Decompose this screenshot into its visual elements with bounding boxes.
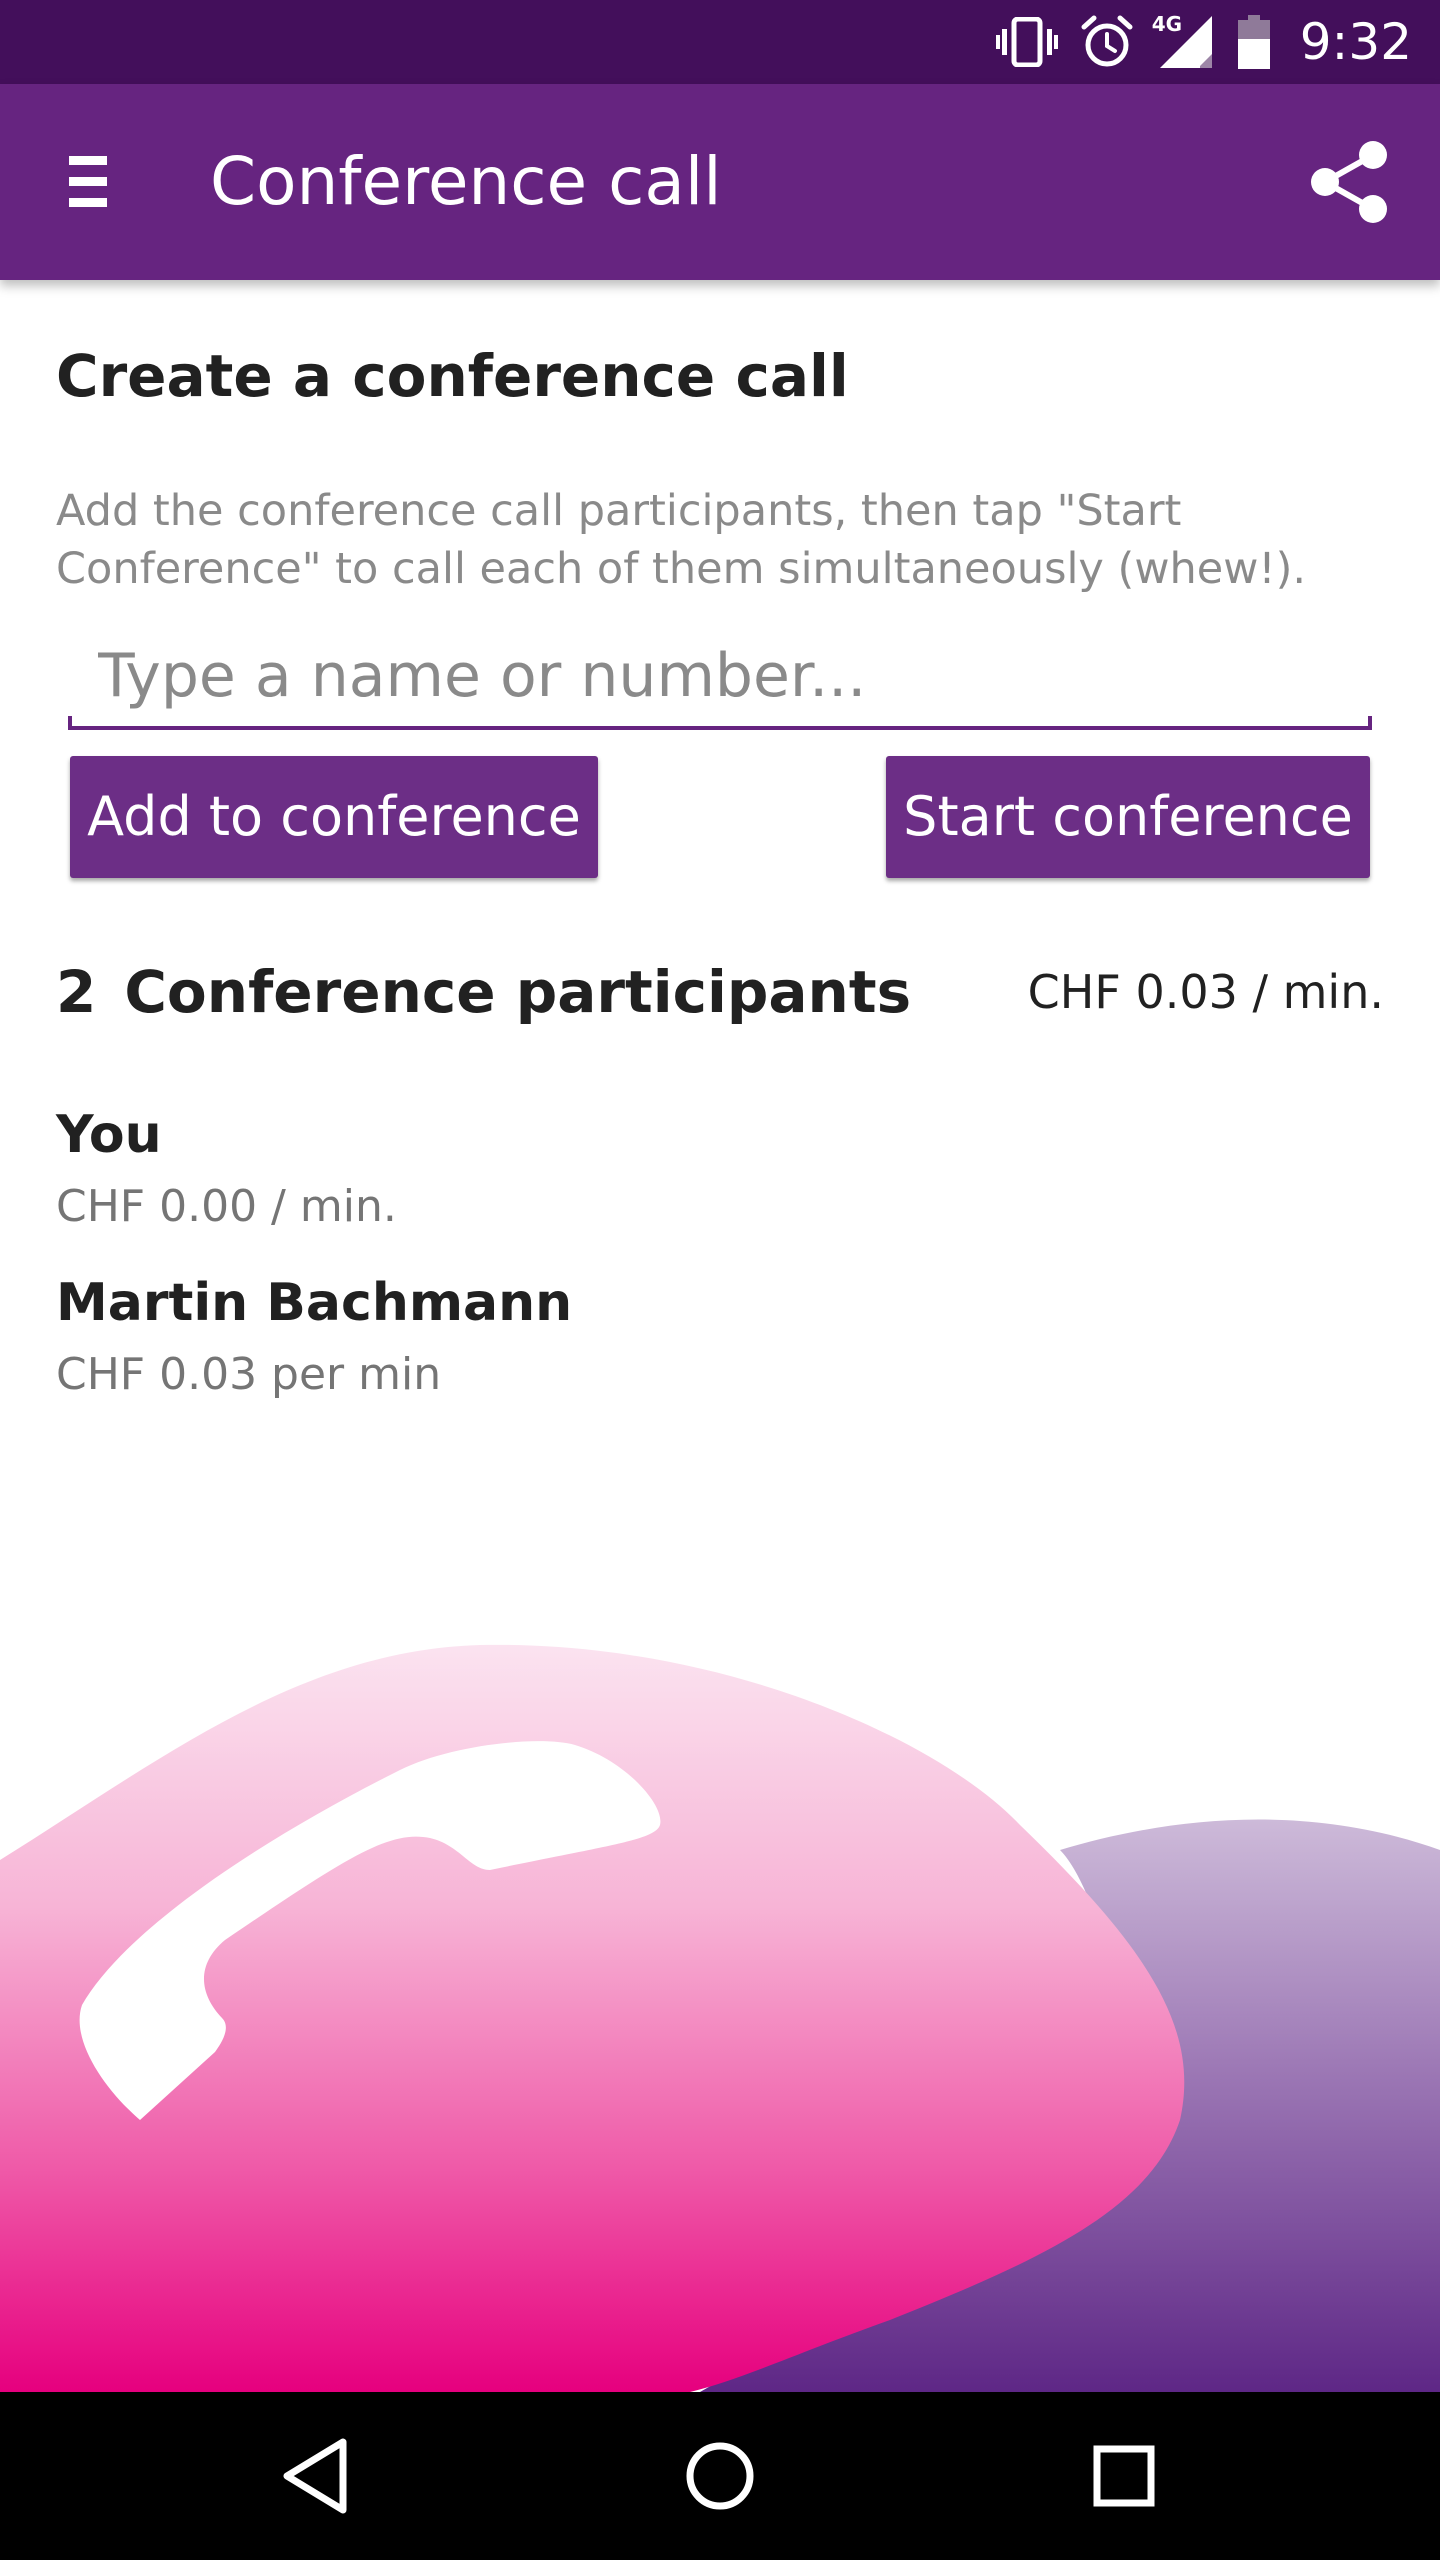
participant-name: Martin Bachmann	[56, 1273, 573, 1333]
instructions-text: Add the conference call participants, th…	[56, 486, 1307, 594]
list-item[interactable]: Martin Bachmann CHF 0.03 per min	[56, 1268, 1384, 1436]
navigation-bar	[0, 2392, 1440, 2560]
participants-header: 2 Conference participants CHF 0.03 / min.	[56, 952, 1384, 1032]
menu-button[interactable]	[40, 132, 140, 232]
participant-rate: CHF 0.03 per min	[56, 1349, 442, 1400]
participants-count: 2	[56, 958, 97, 1026]
home-icon	[686, 2442, 754, 2510]
page-title: Conference call	[210, 143, 722, 220]
signal-icon	[1159, 16, 1212, 68]
back-icon	[283, 2438, 347, 2514]
name-or-number-input[interactable]	[98, 626, 1358, 726]
recents-button[interactable]	[1064, 2416, 1184, 2536]
background-illustration	[0, 1644, 1440, 2392]
clock: 9:32	[1299, 13, 1412, 71]
participant-input-field	[68, 626, 1372, 730]
section-title: Create a conference call	[56, 342, 849, 410]
participant-rate: CHF 0.00 / min.	[56, 1181, 397, 1232]
participant-list: You CHF 0.00 / min. Martin Bachmann CHF …	[56, 1100, 1384, 1436]
add-to-conference-button[interactable]: Add to conference	[70, 756, 598, 878]
vibrate-icon	[995, 17, 1058, 67]
conference-rate: CHF 0.03 / min.	[1027, 965, 1384, 1019]
recents-icon	[1093, 2445, 1155, 2507]
status-icons: 4G 9:32	[995, 0, 1412, 84]
start-conference-button[interactable]: Start conference	[886, 756, 1370, 878]
alarm-icon	[1081, 15, 1133, 67]
participants-heading: Conference participants	[124, 958, 912, 1026]
status-bar: 4G 9:32	[0, 0, 1440, 84]
share-button[interactable]	[1300, 132, 1400, 232]
home-button[interactable]	[660, 2416, 780, 2536]
participants-title: 2 Conference participants	[56, 952, 911, 1032]
app-bar: Conference call	[0, 84, 1440, 280]
list-item[interactable]: You CHF 0.00 / min.	[56, 1100, 1384, 1268]
share-icon	[1311, 141, 1387, 223]
back-button[interactable]	[256, 2416, 376, 2536]
participant-name: You	[56, 1105, 162, 1165]
signal-group: 4G	[1152, 12, 1216, 70]
battery-icon	[1237, 15, 1270, 69]
hamburger-menu-icon	[69, 156, 107, 207]
